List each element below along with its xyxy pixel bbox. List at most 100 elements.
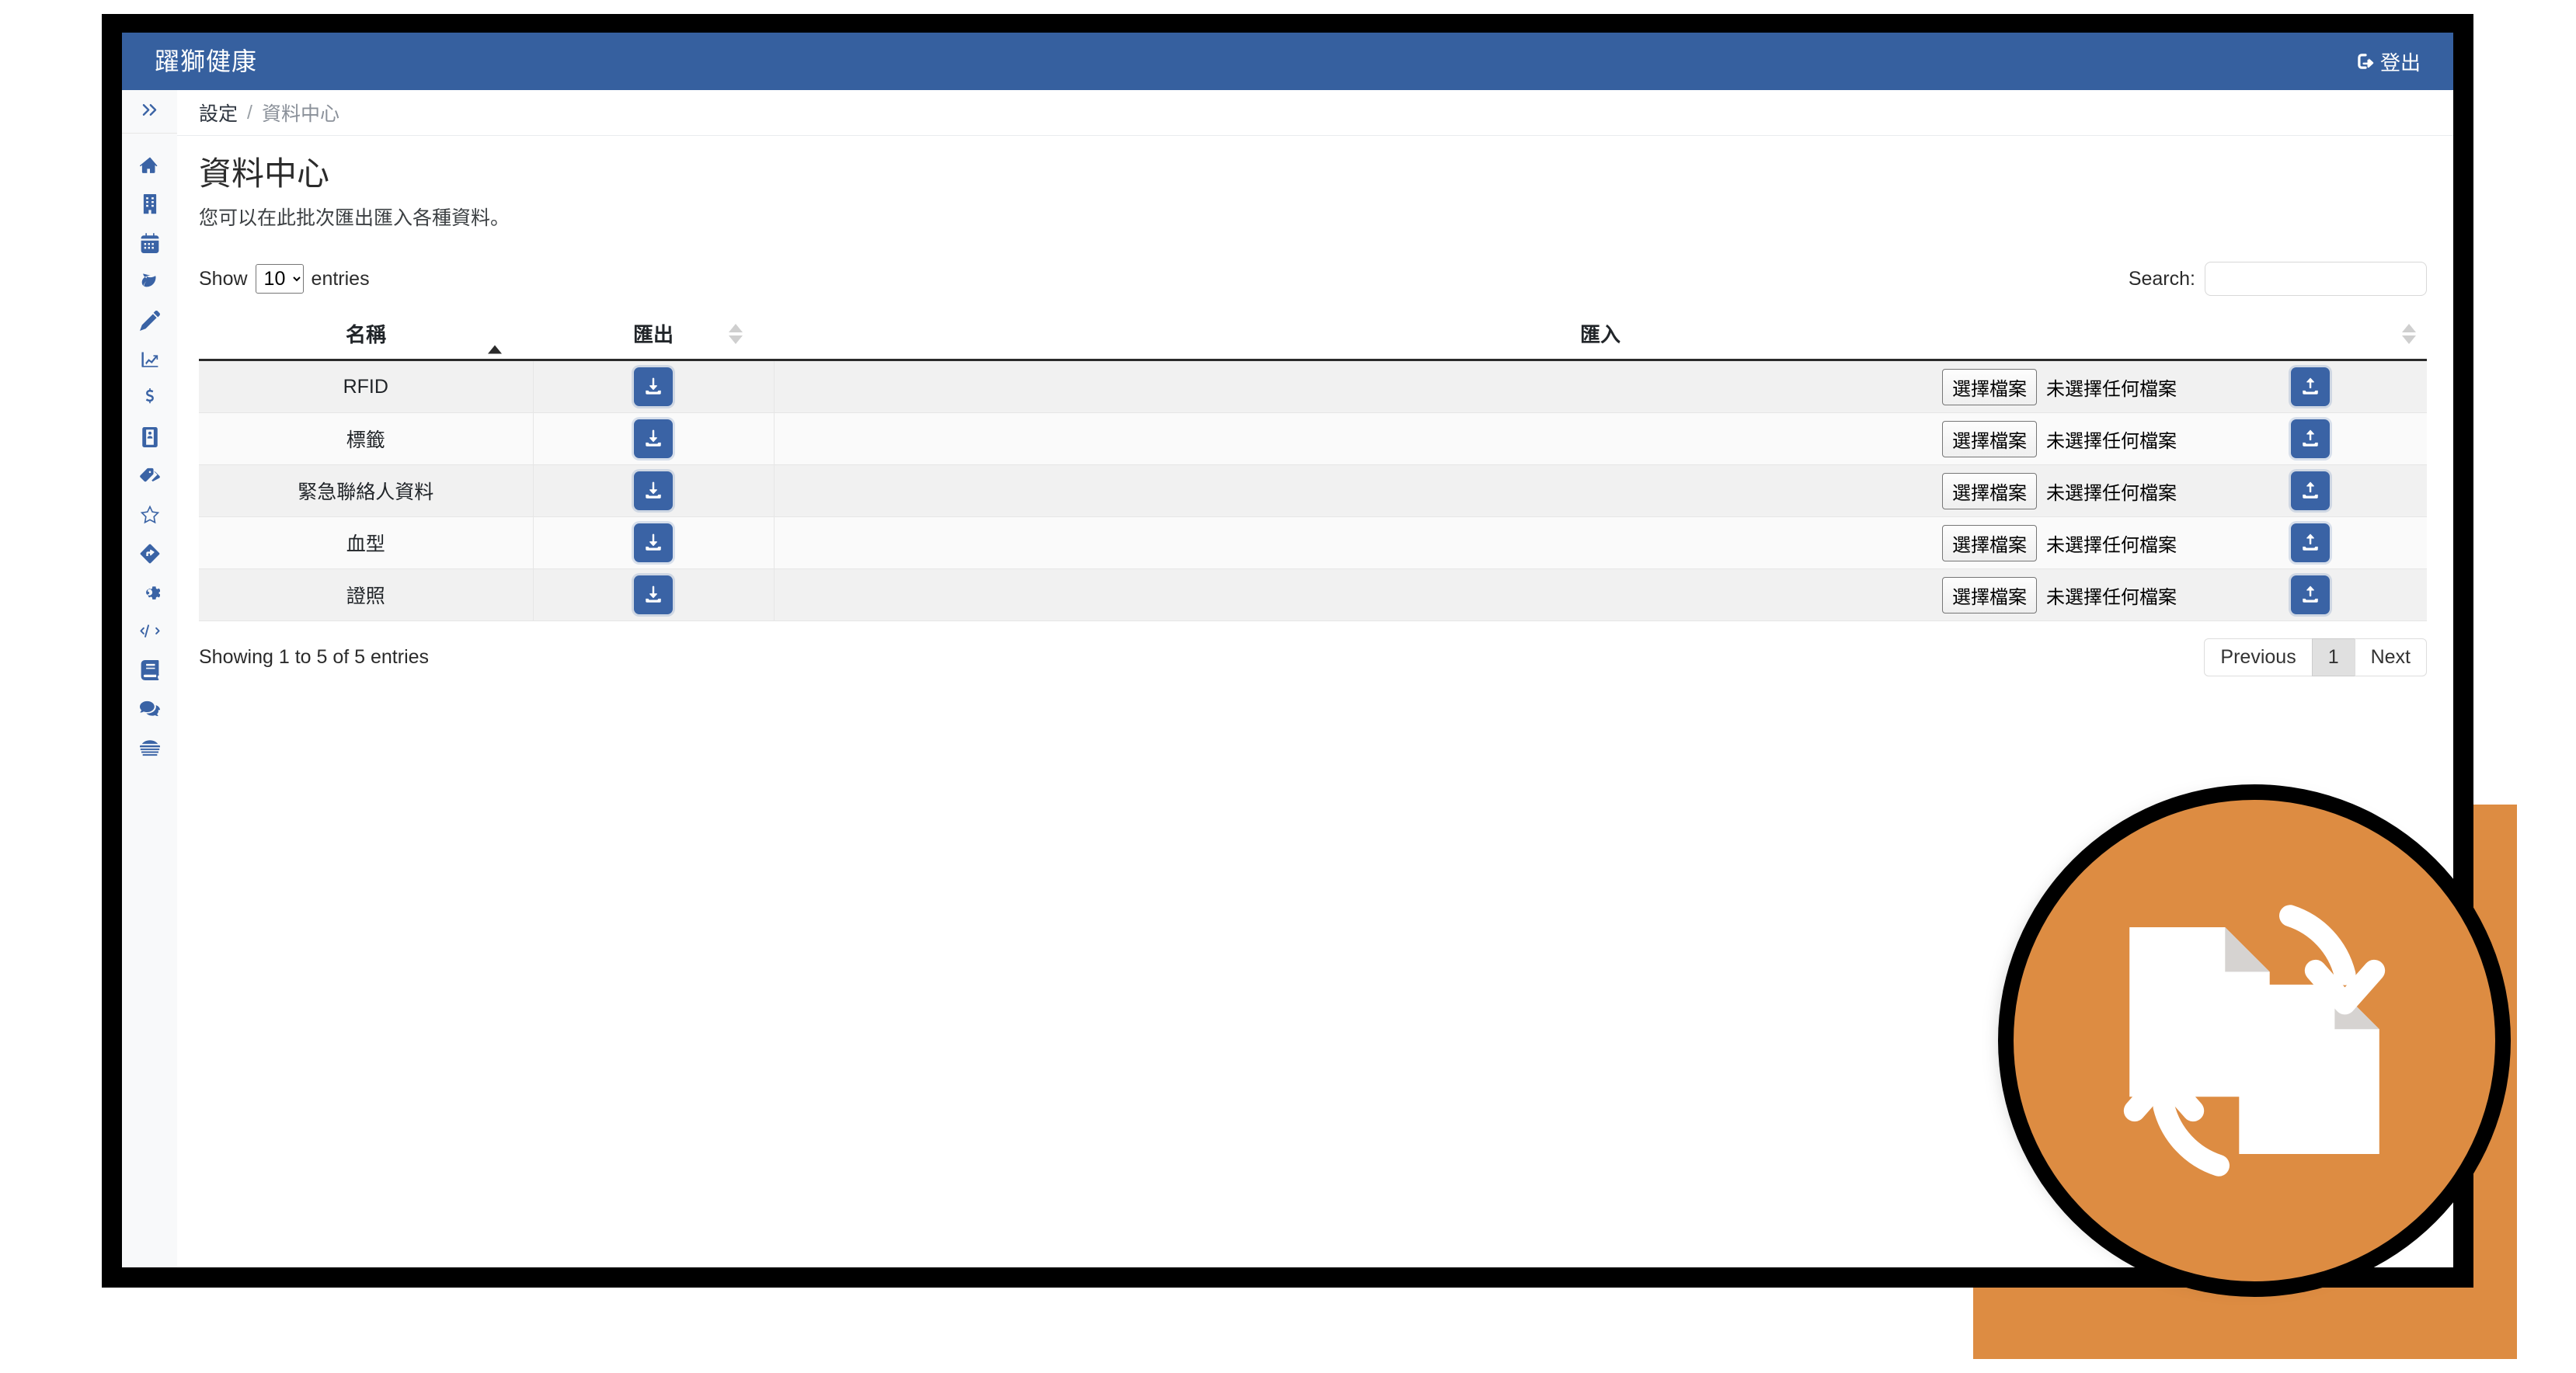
building-icon	[140, 194, 160, 214]
entries-per-page-select[interactable]: 10	[255, 264, 304, 294]
pagination-page-1-button[interactable]: 1	[2311, 638, 2355, 677]
brand-title: 躍獅健康	[155, 47, 258, 75]
file-upload-icon	[2300, 377, 2320, 397]
cell-import: 選擇檔案 未選擇任何檔案	[774, 464, 2428, 518]
sidebar-item-favorites[interactable]	[122, 495, 177, 534]
sidebar-item-calendar[interactable]	[122, 224, 177, 262]
export-button[interactable]	[634, 419, 673, 459]
sidebar-item-docs[interactable]	[122, 651, 177, 690]
export-button[interactable]	[634, 523, 673, 563]
file-input-group: 選擇檔案 未選擇任何檔案	[775, 420, 2177, 457]
file-input-group: 選擇檔案 未選擇任何檔案	[775, 472, 2177, 509]
search-input[interactable]	[2205, 262, 2427, 297]
page-body: 資料中心 您可以在此批次匯出匯入各種資料。 Show 10 entries Se…	[177, 136, 2453, 677]
file-input[interactable]: 選擇檔案 未選擇任何檔案	[1942, 576, 2177, 614]
column-header-export[interactable]: 匯出	[533, 308, 774, 362]
file-status-label: 未選擇任何檔案	[2046, 378, 2177, 400]
sidebar-item-leaf[interactable]	[122, 262, 177, 301]
column-header-name[interactable]: 名稱	[199, 308, 533, 362]
import-button[interactable]	[2291, 523, 2330, 563]
sidebar-item-building[interactable]	[122, 185, 177, 224]
import-button-wrap	[2194, 575, 2427, 615]
sidebar-toggle-button[interactable]	[122, 90, 177, 134]
choose-file-button[interactable]: 選擇檔案	[1942, 368, 2037, 405]
book-icon	[140, 660, 160, 680]
import-button-wrap	[2194, 419, 2427, 459]
file-status-label: 未選擇任何檔案	[2046, 430, 2177, 452]
data-exchange-badge	[2014, 800, 2495, 1281]
sidebar-item-chart[interactable]	[122, 340, 177, 379]
cell-name: 標籤	[199, 412, 534, 466]
code-icon	[139, 621, 160, 641]
sidebar	[122, 90, 178, 1267]
column-header-import-label: 匯入	[1579, 323, 1620, 347]
pagination-previous-button[interactable]: Previous	[2204, 638, 2313, 677]
page-title: 資料中心	[199, 155, 330, 192]
export-button[interactable]	[634, 575, 673, 615]
choose-file-button[interactable]: 選擇檔案	[1942, 472, 2037, 509]
breadcrumb-parent[interactable]: 設定	[199, 99, 238, 127]
file-input-group: 選擇檔案 未選擇任何檔案	[775, 524, 2177, 561]
file-status-label: 未選擇任何檔案	[2046, 482, 2177, 504]
column-header-export-label: 匯出	[632, 323, 674, 347]
sidebar-item-home[interactable]	[122, 146, 177, 185]
import-button[interactable]	[2291, 419, 2330, 459]
datatable-footer: Showing 1 to 5 of 5 entries Previous 1 N…	[199, 638, 2427, 677]
sidebar-item-billing[interactable]	[122, 379, 177, 418]
search-control: Search:	[2129, 262, 2427, 297]
diamond-turn-right-icon	[140, 544, 160, 564]
file-upload-icon	[2300, 533, 2320, 553]
angles-right-icon	[140, 100, 159, 123]
import-controls: 選擇檔案 未選擇任何檔案	[775, 419, 2428, 459]
column-header-import[interactable]: 匯入	[774, 308, 2427, 362]
file-input[interactable]: 選擇檔案 未選擇任何檔案	[1942, 420, 2177, 457]
entries-suffix-label: entries	[311, 267, 370, 290]
choose-file-button[interactable]: 選擇檔案	[1942, 576, 2037, 614]
sidebar-item-settings[interactable]	[122, 573, 177, 612]
sidebar-item-tags[interactable]	[122, 457, 177, 495]
import-controls: 選擇檔案 未選擇任何檔案	[775, 575, 2428, 615]
sidebar-item-route[interactable]	[122, 534, 177, 573]
export-button[interactable]	[634, 367, 673, 407]
tags-icon	[139, 466, 160, 486]
file-download-icon	[643, 533, 663, 553]
sidebar-item-messages[interactable]	[122, 690, 177, 728]
sidebar-item-id-card[interactable]	[122, 418, 177, 457]
cell-name: 緊急聯絡人資料	[199, 464, 534, 518]
file-input[interactable]: 選擇檔案 未選擇任何檔案	[1942, 524, 2177, 561]
file-status-label: 未選擇任何檔案	[2046, 534, 2177, 556]
cell-export	[533, 464, 775, 518]
table-header-row: 名稱 匯出 匯入	[199, 308, 2427, 362]
gear-icon	[140, 582, 160, 603]
logout-label: 登出	[2379, 50, 2421, 75]
import-button-wrap	[2194, 523, 2427, 563]
table-info-label: Showing 1 to 5 of 5 entries	[199, 646, 430, 669]
export-button[interactable]	[634, 471, 673, 511]
logout-button[interactable]: 登出	[2355, 47, 2421, 76]
chart-line-icon	[140, 349, 160, 370]
import-button[interactable]	[2291, 471, 2330, 511]
choose-file-button[interactable]: 選擇檔案	[1942, 524, 2037, 561]
entries-length-control: Show 10 entries	[199, 264, 370, 294]
sidebar-item-developer[interactable]	[122, 612, 177, 651]
file-upload-icon	[2300, 585, 2320, 605]
import-button[interactable]	[2291, 367, 2330, 407]
import-controls: 選擇檔案 未選擇任何檔案	[775, 367, 2428, 407]
page-subtitle: 您可以在此批次匯出匯入各種資料。	[199, 207, 510, 230]
import-button[interactable]	[2291, 575, 2330, 615]
table-row: 緊急聯絡人資料 選擇檔案 未選擇任何檔案	[199, 464, 2428, 518]
pencil-icon	[139, 311, 160, 331]
import-controls: 選擇檔案 未選擇任何檔案	[775, 523, 2428, 563]
import-button-wrap	[2194, 471, 2427, 511]
file-input[interactable]: 選擇檔案 未選擇任何檔案	[1942, 472, 2177, 509]
import-controls: 選擇檔案 未選擇任何檔案	[775, 471, 2428, 511]
cell-name: 血型	[199, 516, 534, 570]
table-row: RFID 選擇檔案 未選擇任何檔案	[199, 360, 2428, 414]
top-navbar: 躍獅健康 登出	[122, 33, 2453, 90]
choose-file-button[interactable]: 選擇檔案	[1942, 420, 2037, 457]
file-download-icon	[643, 429, 663, 449]
pagination-next-button[interactable]: Next	[2354, 638, 2427, 677]
file-input[interactable]: 選擇檔案 未選擇任何檔案	[1942, 368, 2177, 405]
sidebar-item-fax[interactable]	[122, 728, 177, 767]
sidebar-item-pencil[interactable]	[122, 301, 177, 340]
